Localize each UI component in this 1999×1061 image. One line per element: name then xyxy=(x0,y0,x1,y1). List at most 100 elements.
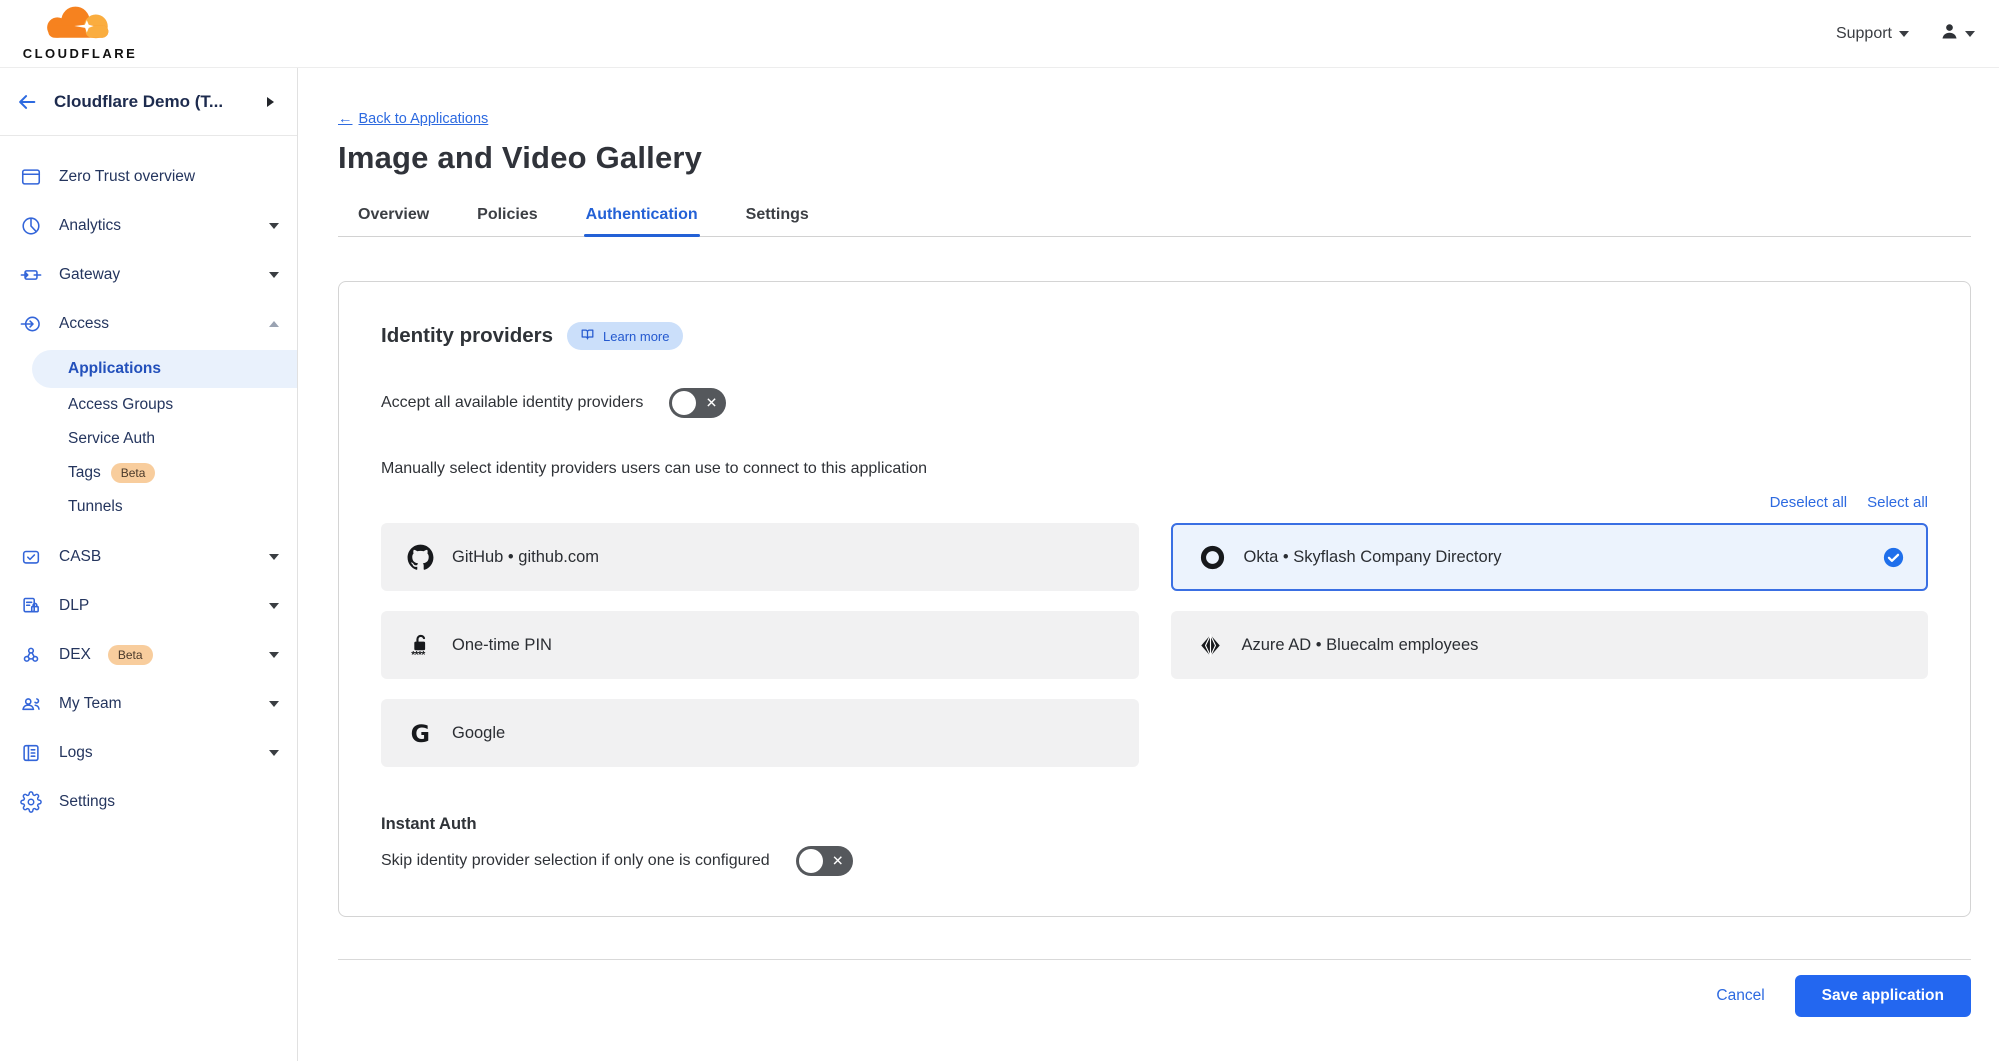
provider-tile-github[interactable]: GitHub • github.com xyxy=(381,523,1139,591)
sidebar: Cloudflare Demo (T... Zero Trust overvie… xyxy=(0,68,298,1061)
back-arrow-icon[interactable] xyxy=(16,91,38,113)
sidebar-item-label: My Team xyxy=(59,695,252,713)
instant-auth-label: Skip identity provider selection if only… xyxy=(381,852,770,870)
tab-settings[interactable]: Settings xyxy=(744,200,811,236)
card-header: Identity providers Learn more xyxy=(381,322,1928,350)
sidebar-subitem-label: Tags xyxy=(68,464,101,482)
sidebar-subitem-tunnels[interactable]: Tunnels xyxy=(0,490,297,524)
sidebar-item-label: Analytics xyxy=(59,217,252,235)
sidebar-subitem-access-groups[interactable]: Access Groups xyxy=(0,388,297,422)
support-label: Support xyxy=(1836,25,1892,43)
dlp-icon xyxy=(20,595,42,617)
chevron-down-icon[interactable] xyxy=(269,750,279,761)
sidebar-item-label: DEX xyxy=(59,646,91,664)
provider-tile-azure[interactable]: Azure AD • Bluecalm employees xyxy=(1171,611,1929,679)
cancel-button[interactable]: Cancel xyxy=(1716,987,1764,1005)
back-to-applications-link[interactable]: ← Back to Applications xyxy=(338,111,488,127)
analytics-icon xyxy=(20,215,42,237)
deselect-all-link[interactable]: Deselect all xyxy=(1770,494,1848,511)
svg-text:G: G xyxy=(411,720,430,747)
user-menu[interactable] xyxy=(1939,21,1975,47)
logs-icon xyxy=(20,742,42,764)
team-icon xyxy=(20,693,42,715)
cloudflare-logo[interactable]: CLOUDFLARE xyxy=(14,6,146,61)
sidebar-nav: Zero Trust overview Analytics Gateway Acces… xyxy=(0,136,297,826)
sidebar-item-label: Settings xyxy=(59,793,279,811)
gateway-icon xyxy=(20,264,42,286)
accept-all-toggle[interactable]: ✕ xyxy=(669,388,726,418)
sidebar-item-logs[interactable]: Logs xyxy=(0,728,297,777)
sidebar-item-my-team[interactable]: My Team xyxy=(0,679,297,728)
identity-providers-card: Identity providers Learn more Accept all… xyxy=(338,281,1971,917)
chevron-down-icon[interactable] xyxy=(269,272,279,283)
provider-tile-google[interactable]: G Google xyxy=(381,699,1139,767)
learn-more-badge[interactable]: Learn more xyxy=(567,322,682,350)
support-menu[interactable]: Support xyxy=(1836,25,1909,43)
save-application-button[interactable]: Save application xyxy=(1795,975,1971,1017)
sidebar-item-label: Access xyxy=(59,315,252,333)
chevron-down-icon[interactable] xyxy=(269,603,279,614)
tab-bar: Overview Policies Authentication Settings xyxy=(338,200,1971,237)
casb-icon xyxy=(20,546,42,568)
sidebar-item-gateway[interactable]: Gateway xyxy=(0,250,297,299)
sidebar-item-label: Logs xyxy=(59,744,252,762)
page-title: Image and Video Gallery xyxy=(338,140,1971,176)
sidebar-item-dlp[interactable]: DLP xyxy=(0,581,297,630)
sidebar-subitem-label: Access Groups xyxy=(68,396,173,414)
page: CLOUDFLARE Support xyxy=(0,0,1999,1061)
instant-auth-row: Skip identity provider selection if only… xyxy=(381,846,1928,876)
topbar-right: Support xyxy=(1836,21,1975,47)
provider-tile-one-time[interactable]: ****One-time PIN xyxy=(381,611,1139,679)
chevron-down-icon[interactable] xyxy=(269,701,279,712)
azure-ad-icon xyxy=(1197,632,1224,659)
beta-badge: Beta xyxy=(111,463,156,483)
chevron-down-icon xyxy=(1899,31,1909,42)
instant-auth-toggle[interactable]: ✕ xyxy=(796,846,853,876)
account-name[interactable]: Cloudflare Demo (T... xyxy=(54,92,247,112)
chevron-down-icon[interactable] xyxy=(269,554,279,565)
gear-icon xyxy=(20,791,42,813)
chevron-up-icon[interactable] xyxy=(269,316,279,327)
sidebar-subitem-label: Tunnels xyxy=(68,498,123,516)
chevron-down-icon xyxy=(1965,31,1975,42)
sidebar-header: Cloudflare Demo (T... xyxy=(0,68,297,136)
expand-right-icon[interactable] xyxy=(267,97,279,107)
sidebar-item-settings[interactable]: Settings xyxy=(0,777,297,826)
tab-overview[interactable]: Overview xyxy=(356,200,431,236)
footer-divider xyxy=(338,959,1971,960)
provider-label: One-time PIN xyxy=(452,636,552,655)
sidebar-subitem-tags[interactable]: Tags Beta xyxy=(0,456,297,490)
sidebar-subnav-access: ApplicationsAccess GroupsService AuthTag… xyxy=(0,348,297,532)
window-icon xyxy=(20,166,42,188)
user-icon xyxy=(1939,21,1960,47)
sidebar-item-casb[interactable]: CASB xyxy=(0,532,297,581)
provider-tile-okta[interactable]: Okta • Skyflash Company Directory xyxy=(1171,523,1929,591)
provider-grid: GitHub • github.com Okta • Skyflash Compa… xyxy=(381,523,1928,767)
provider-label: Azure AD • Bluecalm employees xyxy=(1242,636,1479,655)
chevron-down-icon[interactable] xyxy=(269,223,279,234)
sidebar-item-analytics[interactable]: Analytics xyxy=(0,201,297,250)
access-icon xyxy=(20,313,42,335)
cloudflare-cloud-icon xyxy=(37,6,123,45)
sidebar-subitem-service-auth[interactable]: Service Auth xyxy=(0,422,297,456)
tab-authentication[interactable]: Authentication xyxy=(584,200,700,236)
main-content: ← Back to Applications Image and Video G… xyxy=(298,68,1999,1061)
accept-all-row: Accept all available identity providers … xyxy=(381,388,1928,418)
select-links: Deselect all Select all xyxy=(381,494,1928,511)
sidebar-subitem-label: Applications xyxy=(68,360,161,378)
sidebar-item-access[interactable]: Access xyxy=(0,299,297,348)
chevron-down-icon[interactable] xyxy=(269,652,279,663)
google-icon: G xyxy=(407,720,434,747)
tab-policies[interactable]: Policies xyxy=(475,200,539,236)
toggle-knob xyxy=(672,391,696,415)
sidebar-subitem-applications[interactable]: Applications xyxy=(32,350,297,388)
sidebar-item-label: DLP xyxy=(59,597,252,615)
learn-more-label: Learn more xyxy=(603,329,669,344)
toggle-knob xyxy=(799,849,823,873)
sidebar-item-dex[interactable]: DEXBeta xyxy=(0,630,297,679)
github-icon xyxy=(407,544,434,571)
sidebar-item-zero-trust-overview[interactable]: Zero Trust overview xyxy=(0,152,297,201)
provider-label: Okta • Skyflash Company Directory xyxy=(1244,548,1502,567)
provider-label: Google xyxy=(452,724,505,743)
select-all-link[interactable]: Select all xyxy=(1867,494,1928,511)
